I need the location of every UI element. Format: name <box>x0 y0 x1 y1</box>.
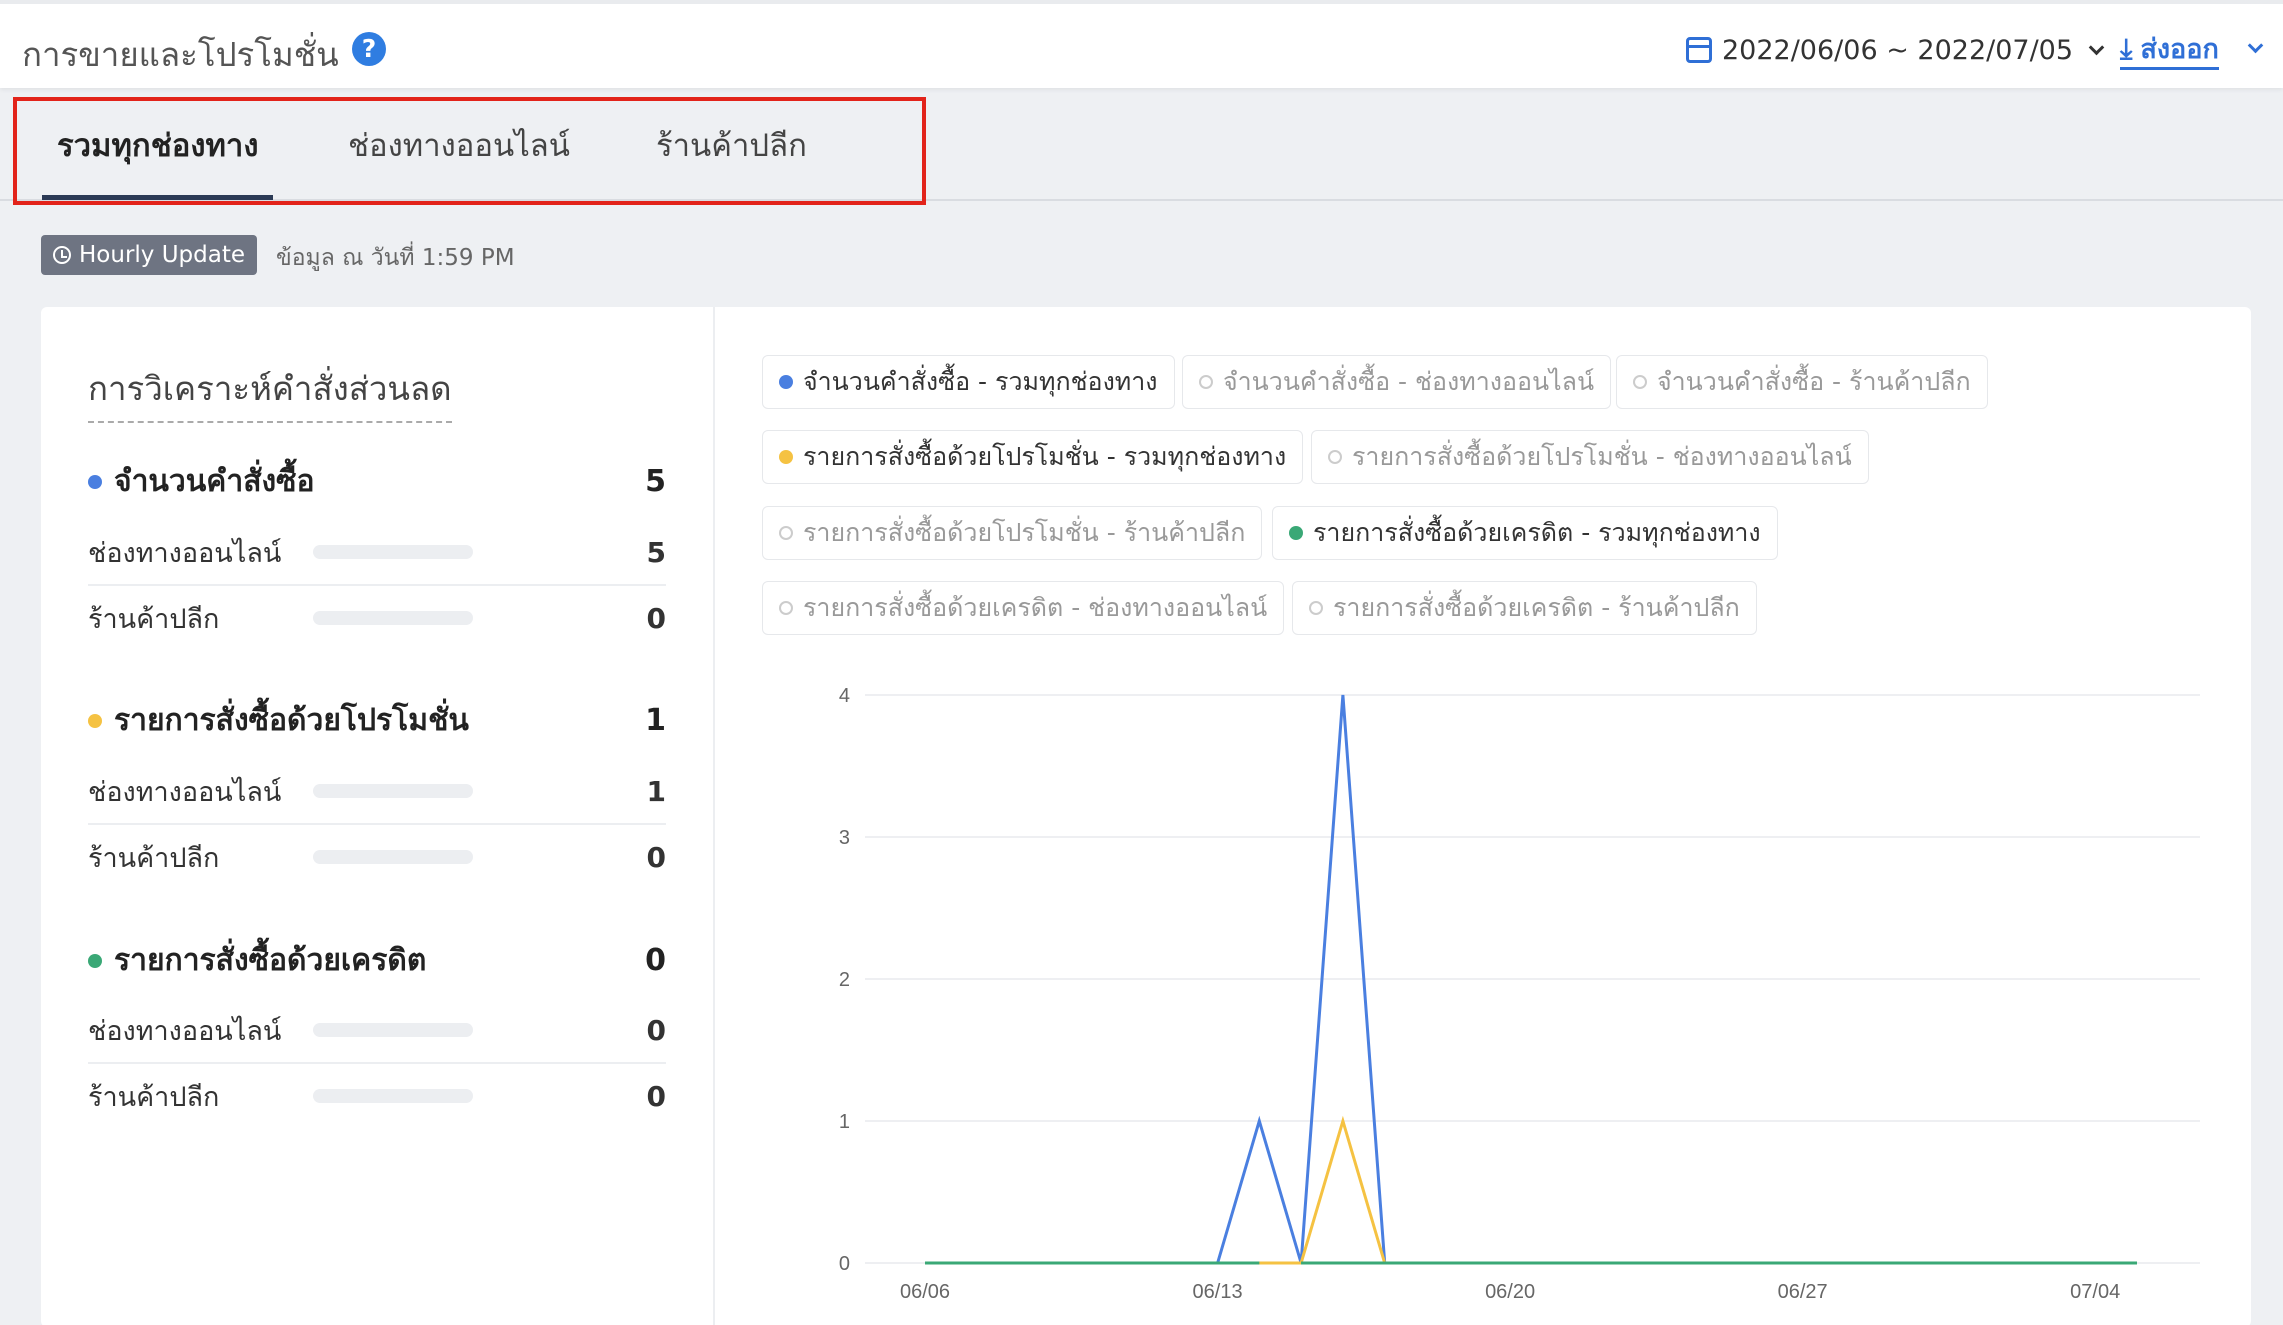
legend-chip-order-count-online[interactable]: จำนวนคำสั่งซื้อ - ช่องทางออนไลน์ <box>1182 355 1612 409</box>
progress-bar <box>313 1089 473 1103</box>
row-label: ช่องทางออนไลน์ <box>88 1015 282 1047</box>
metric-row: ช่องทางออนไลน์ 1 <box>88 759 666 823</box>
legend-label: จำนวนคำสั่งซื้อ - รวมทุกช่องทาง <box>803 367 1158 396</box>
row-label: ช่องทางออนไลน์ <box>88 537 282 569</box>
legend-label: รายการสั่งซื้อด้วยเครดิต - ช่องทางออนไลน… <box>803 593 1268 622</box>
legend-dot-icon <box>1309 601 1323 615</box>
tabs-divider <box>0 199 2283 201</box>
series-dot-icon <box>88 953 102 968</box>
help-icon[interactable]: ? <box>352 32 386 66</box>
y-tick-label: 4 <box>839 685 850 707</box>
row-value: 0 <box>646 1079 666 1113</box>
row-value: 0 <box>646 601 666 635</box>
legend-label: จำนวนคำสั่งซื้อ - ร้านค้าปลีก <box>1657 367 1971 396</box>
metric-value: 5 <box>645 464 666 499</box>
row-value: 0 <box>646 840 666 874</box>
x-tick-label: 06/27 <box>1778 1281 1828 1303</box>
x-tick-label: 06/20 <box>1485 1281 1535 1303</box>
data-as-of-text: ข้อมูล ณ วันที่ 1:59 PM <box>276 245 515 271</box>
chevron-down-icon <box>2088 39 2105 55</box>
row-label: ร้านค้าปลีก <box>88 603 220 635</box>
tab-retail-store[interactable]: ร้านค้าปลีก <box>656 120 807 200</box>
y-tick-label: 1 <box>839 1111 850 1133</box>
tab-online-channel[interactable]: ช่องทางออนไลน์ <box>348 120 570 200</box>
legend-chip-credit-online[interactable]: รายการสั่งซื้อด้วยเครดิต - ช่องทางออนไลน… <box>762 581 1285 635</box>
legend-dot-icon <box>1199 375 1213 389</box>
row-label: ร้านค้าปลีก <box>88 842 220 874</box>
progress-bar <box>313 545 473 559</box>
y-tick-label: 2 <box>839 969 850 991</box>
series-line <box>925 1115 2137 1265</box>
row-value: 5 <box>646 535 666 569</box>
metric-row: ร้านค้าปลีก 0 <box>88 825 666 889</box>
download-icon: ⤓ <box>2120 31 2133 65</box>
metric-credit-orders: รายการสั่งซื้อด้วยเครดิต 0 <box>88 937 666 984</box>
export-label: ส่งออก <box>2140 34 2219 65</box>
legend-dot-icon <box>779 601 793 615</box>
row-value: 0 <box>646 1013 666 1047</box>
legend-label: รายการสั่งซื้อด้วยโปรโมชั่น - รวมทุกช่อง… <box>803 442 1287 471</box>
metric-value: 1 <box>645 703 666 738</box>
card-divider <box>713 307 715 1325</box>
legend-dot-icon <box>1633 375 1647 389</box>
metric-label: รายการสั่งซื้อด้วยเครดิต <box>114 943 427 978</box>
row-label: ช่องทางออนไลน์ <box>88 776 282 808</box>
export-chevron-down-icon[interactable] <box>2247 37 2264 54</box>
progress-bar <box>313 1023 473 1037</box>
hourly-update-label: Hourly Update <box>79 242 246 268</box>
row-value: 1 <box>646 774 666 808</box>
legend-chip-credit-all[interactable]: รายการสั่งซื้อด้วยเครดิต - รวมทุกช่องทาง <box>1272 506 1778 560</box>
y-tick-label: 0 <box>839 1253 850 1275</box>
page-title: การขายและโปรโมชั่น <box>22 35 339 74</box>
legend-dot-icon <box>779 375 793 389</box>
top-bar: การขายและโปรโมชั่น ? 2022/06/06 ~ 2022/0… <box>0 0 2283 88</box>
series-dot-icon <box>88 713 102 728</box>
metric-row: ร้านค้าปลีก 0 <box>88 586 666 650</box>
x-tick-label: 06/13 <box>1193 1281 1243 1303</box>
x-tick-label: 07/04 <box>2070 1281 2120 1303</box>
series-dot-icon <box>88 474 102 489</box>
legend-label: รายการสั่งซื้อด้วยโปรโมชั่น - ช่องทางออน… <box>1352 442 1852 471</box>
legend-chip-credit-retail[interactable]: รายการสั่งซื้อด้วยเครดิต - ร้านค้าปลีก <box>1292 581 1757 635</box>
legend-chip-promotion-online[interactable]: รายการสั่งซื้อด้วยโปรโมชั่น - ช่องทางออน… <box>1311 430 1869 484</box>
panel-title[interactable]: การวิเคราะห์คำสั่งส่วนลด <box>88 362 452 423</box>
x-tick-label: 06/06 <box>900 1281 950 1303</box>
metric-order-count: จำนวนคำสั่งซื้อ 5 <box>88 458 666 505</box>
metric-row: ร้านค้าปลีก 0 <box>88 1064 666 1128</box>
alarm-clock-icon <box>53 246 71 264</box>
progress-bar <box>313 850 473 864</box>
row-label: ร้านค้าปลีก <box>88 1081 220 1113</box>
hourly-update-badge: Hourly Update <box>41 235 258 275</box>
legend-label: รายการสั่งซื้อด้วยโปรโมชั่น - ร้านค้าปลี… <box>803 518 1246 547</box>
line-chart: 0 1 2 3 4 06/06 06/13 06/20 06/27 07/04 <box>839 685 2200 1303</box>
metric-value: 0 <box>645 943 666 978</box>
metric-row: ช่องทางออนไลน์ 5 <box>88 520 666 584</box>
legend-chip-promotion-retail[interactable]: รายการสั่งซื้อด้วยโปรโมชั่น - ร้านค้าปลี… <box>762 506 1263 560</box>
legend-dot-icon <box>779 450 793 464</box>
date-range-picker[interactable]: 2022/06/06 ~ 2022/07/05 <box>1686 30 2105 70</box>
progress-bar <box>313 784 473 798</box>
metric-label: จำนวนคำสั่งซื้อ <box>114 464 315 499</box>
calendar-icon <box>1686 37 1712 63</box>
progress-bar <box>313 611 473 625</box>
legend-label: จำนวนคำสั่งซื้อ - ช่องทางออนไลน์ <box>1223 367 1595 396</box>
legend-dot-icon <box>1289 526 1303 540</box>
legend-label: รายการสั่งซื้อด้วยเครดิต - รวมทุกช่องทาง <box>1313 518 1761 547</box>
metric-row: ช่องทางออนไลน์ 0 <box>88 998 666 1062</box>
legend-dot-icon <box>1328 450 1342 464</box>
legend-chip-order-count-retail[interactable]: จำนวนคำสั่งซื้อ - ร้านค้าปลีก <box>1616 355 1988 409</box>
metric-promotion-orders: รายการสั่งซื้อด้วยโปรโมชั่น 1 <box>88 697 666 744</box>
legend-label: รายการสั่งซื้อด้วยเครดิต - ร้านค้าปลีก <box>1333 593 1740 622</box>
export-button[interactable]: ⤓ ส่งออก <box>2120 30 2219 70</box>
metric-label: รายการสั่งซื้อด้วยโปรโมชั่น <box>114 703 469 738</box>
legend-chip-order-count-all[interactable]: จำนวนคำสั่งซื้อ - รวมทุกช่องทาง <box>762 355 1175 409</box>
date-range-text: 2022/06/06 ~ 2022/07/05 <box>1722 34 2074 66</box>
tab-all-channels[interactable]: รวมทุกช่องทาง <box>41 120 275 200</box>
legend-dot-icon <box>779 526 793 540</box>
legend-chip-promotion-all[interactable]: รายการสั่งซื้อด้วยโปรโมชั่น - รวมทุกช่อง… <box>762 430 1304 484</box>
y-tick-label: 3 <box>839 827 850 849</box>
